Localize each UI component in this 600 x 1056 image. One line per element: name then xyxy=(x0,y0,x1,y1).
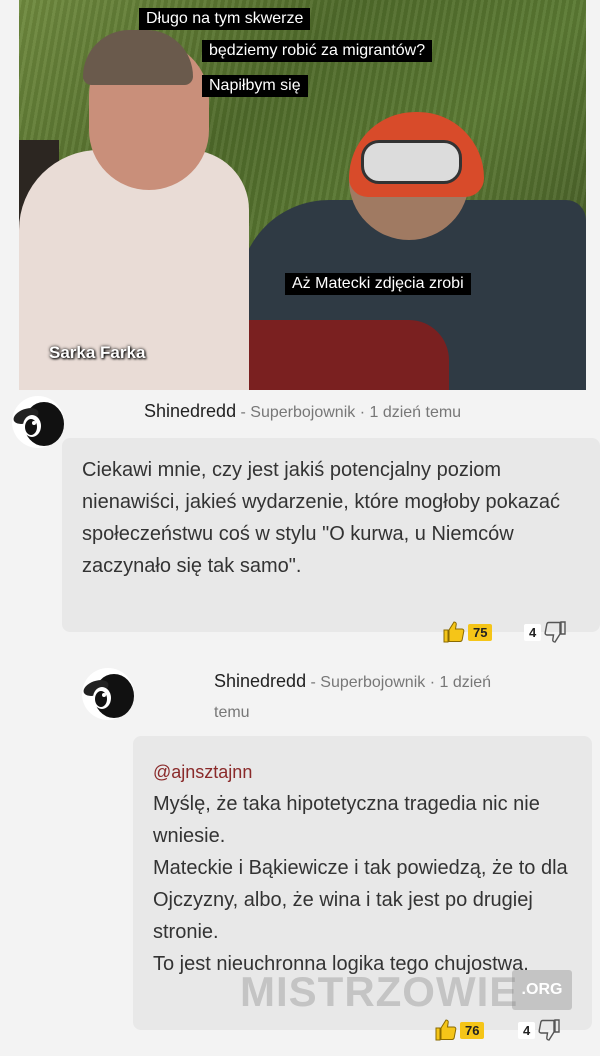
site-watermark-suffix: .ORG xyxy=(512,970,572,1010)
thumbs-up-icon xyxy=(435,1019,457,1041)
comment-body: Ciekawi mnie, czy jest jakiś potencjalny… xyxy=(62,438,600,632)
mention-link[interactable]: @ajnsztajnn xyxy=(153,756,572,788)
meme-caption-4: Aż Matecki zdjęcia zrobi xyxy=(285,273,471,295)
thumbs-down-icon xyxy=(538,1019,560,1041)
downvote-button[interactable]: 4 xyxy=(518,1018,561,1042)
comment-meta-time: temu xyxy=(214,704,250,721)
downvote-count: 4 xyxy=(518,1021,536,1039)
comment-author-line: Shinedredd - Superbojownik · 1 dzień tem… xyxy=(144,396,461,428)
comment-meta-continued: temu xyxy=(214,696,250,728)
avatar[interactable] xyxy=(10,394,66,450)
upvote-button[interactable]: 75 xyxy=(442,620,493,644)
meme-caption-1: Długo na tym skwerze xyxy=(139,8,311,30)
comment-meta: - Superbojownik · 1 dzień temu xyxy=(236,404,462,421)
site-watermark: MISTRZOWIE xyxy=(240,968,519,1015)
comment-meta: - Superbojownik · 1 dzień xyxy=(306,674,492,691)
thumbs-down-icon xyxy=(544,621,566,643)
upvote-count: 75 xyxy=(468,623,493,641)
black-sheep-avatar-icon xyxy=(12,396,64,448)
meme-caption-3: Napiłbym się xyxy=(202,75,308,97)
upvote-button[interactable]: 76 xyxy=(434,1018,485,1042)
avatar[interactable] xyxy=(80,666,136,722)
comment-author[interactable]: Shinedredd xyxy=(144,401,236,421)
comment-text: Ciekawi mnie, czy jest jakiś potencjalny… xyxy=(82,459,561,577)
reply-text-line-2: Mateckie i Bąkiewicze i tak powiedzą, że… xyxy=(153,857,568,943)
comment-author[interactable]: Shinedredd xyxy=(214,671,306,691)
upvote-count: 76 xyxy=(460,1021,485,1039)
meme-image: Długo na tym skwerze będziemy robić za m… xyxy=(19,0,586,390)
downvote-count: 4 xyxy=(524,623,542,641)
black-sheep-avatar-icon xyxy=(82,668,134,720)
downvote-button[interactable]: 4 xyxy=(524,620,567,644)
meme-caption-2: będziemy robić za migrantów? xyxy=(202,40,433,62)
thumbs-up-icon xyxy=(443,621,465,643)
reply-text-line-1: Myślę, że taka hipotetyczna tragedia nic… xyxy=(153,793,540,847)
meme-credit: Sarka Farka xyxy=(49,343,146,362)
comment-author-line: Shinedredd - Superbojownik · 1 dzień xyxy=(214,666,491,698)
